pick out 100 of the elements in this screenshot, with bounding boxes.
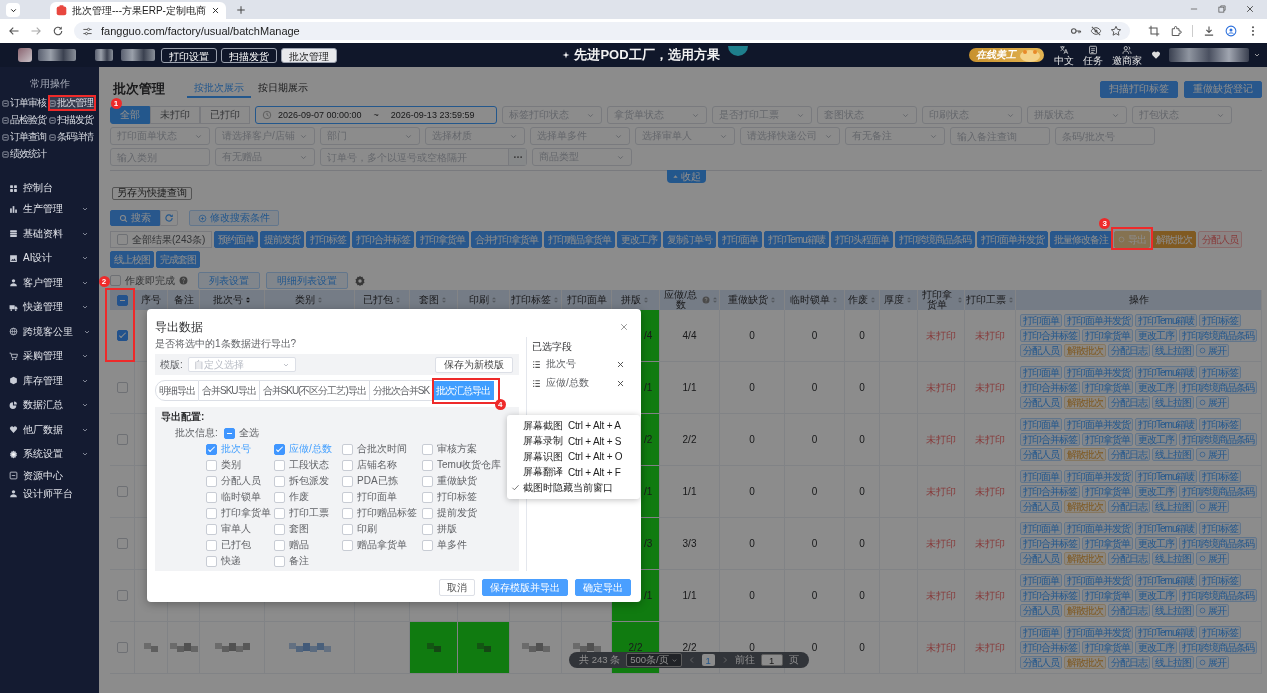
checkbox-option[interactable]: 分配人员 bbox=[206, 473, 261, 489]
action-button[interactable]: 打印面单 bbox=[718, 231, 763, 248]
column-header[interactable]: 应做/总数 bbox=[660, 290, 720, 310]
row-action-button[interactable]: 打印面单并发货 bbox=[1064, 366, 1133, 379]
row-action-button[interactable]: 打印拿货单 bbox=[1082, 641, 1133, 654]
quick-link[interactable]: 批次管理 bbox=[49, 97, 94, 109]
menu-item[interactable]: 设计师平台 bbox=[0, 484, 99, 503]
checkbox[interactable] bbox=[206, 443, 217, 455]
checkbox-option[interactable]: 店铺名称 bbox=[342, 457, 397, 473]
row-action-button[interactable]: 分配人员 bbox=[1020, 448, 1062, 461]
checkbox-option[interactable]: 合批次时间 bbox=[342, 441, 407, 457]
menu-item[interactable]: 系统设置 bbox=[0, 442, 99, 467]
menu-item[interactable]: 控制台 bbox=[0, 179, 99, 197]
row-action-button[interactable]: 解散批次 bbox=[1064, 500, 1106, 513]
reload-icon[interactable] bbox=[52, 25, 64, 37]
extensions-icon[interactable] bbox=[1170, 25, 1182, 37]
checkbox[interactable] bbox=[116, 642, 128, 653]
row-action-button[interactable]: 打印Temu箱唛 bbox=[1135, 470, 1198, 483]
row-action-button[interactable]: 打印标签 bbox=[1199, 366, 1242, 379]
crop-icon[interactable] bbox=[1148, 25, 1160, 37]
row-action-button[interactable]: 解散批次 bbox=[1064, 552, 1106, 565]
action-button[interactable]: 预约面单 bbox=[214, 231, 259, 248]
checkbox[interactable] bbox=[274, 555, 285, 567]
row-action-button[interactable]: 打印标签 bbox=[1199, 314, 1242, 327]
action-button[interactable]: 打印拿货单 bbox=[416, 231, 470, 248]
checkbox-option[interactable]: 作废即完成 bbox=[110, 273, 188, 288]
row-action-button[interactable]: 打印面单 bbox=[1020, 626, 1062, 639]
segment-button[interactable]: 未打印 bbox=[150, 106, 200, 124]
menu-item[interactable]: 快递管理 bbox=[0, 295, 99, 320]
row-action-button[interactable]: 打印合并标签 bbox=[1020, 537, 1080, 550]
row-action-button[interactable]: 展开 bbox=[1196, 656, 1229, 669]
row-action-button[interactable]: 解散批次 bbox=[1064, 396, 1106, 409]
column-header[interactable]: 厚度 bbox=[880, 290, 918, 310]
row-action-button[interactable]: 线上拉图 bbox=[1152, 604, 1194, 617]
checkbox[interactable] bbox=[110, 275, 121, 286]
row-action-button[interactable]: 线上拉图 bbox=[1152, 344, 1194, 357]
row-action-button[interactable]: 打印面单并发货 bbox=[1064, 418, 1133, 431]
row-action-button[interactable]: 打印拿货单 bbox=[1082, 537, 1133, 550]
row-action-button[interactable]: 打印跨境商品条码 bbox=[1179, 485, 1257, 498]
checkbox-option[interactable]: PDA已拣 bbox=[342, 473, 398, 489]
browser-tab[interactable]: 批次管理---方果ERP-定制电商 bbox=[50, 2, 226, 19]
help-icon[interactable] bbox=[179, 276, 188, 285]
checkbox-option[interactable]: 全选 bbox=[223, 425, 259, 441]
key-icon[interactable] bbox=[1070, 25, 1082, 37]
checkbox-option[interactable]: 提前发货 bbox=[422, 505, 477, 521]
row-action-button[interactable]: 打印合并标签 bbox=[1020, 641, 1080, 654]
nav-tab[interactable]: 批次管理 bbox=[281, 47, 337, 63]
heart-icon[interactable] bbox=[1151, 50, 1161, 60]
checkbox[interactable] bbox=[116, 538, 128, 549]
people-icon[interactable] bbox=[1122, 44, 1132, 55]
row-action-button[interactable]: 展开 bbox=[1196, 344, 1229, 357]
checkbox-option[interactable]: 应做/总数 bbox=[274, 441, 332, 457]
template-select[interactable]: 自定义选择 bbox=[187, 357, 296, 372]
row-action-button[interactable]: 分配日志 bbox=[1108, 552, 1150, 565]
tab-list-button[interactable] bbox=[6, 3, 20, 17]
row-action-button[interactable]: 打印Temu箱唛 bbox=[1135, 574, 1198, 587]
row-action-button[interactable]: 线上拉图 bbox=[1152, 552, 1194, 565]
tab[interactable]: 按日期展示 bbox=[251, 80, 315, 98]
row-action-button[interactable]: 打印合并标签 bbox=[1020, 381, 1080, 394]
checkbox-option[interactable]: 审核方案 bbox=[422, 441, 477, 457]
row-action-button[interactable]: 分配人员 bbox=[1020, 500, 1062, 513]
page-input[interactable]: 1 bbox=[760, 654, 783, 666]
checkbox-option[interactable]: 批次号 bbox=[206, 441, 251, 457]
checkbox[interactable] bbox=[274, 507, 285, 519]
menu-item[interactable]: 客户管理 bbox=[0, 270, 99, 295]
row-action-button[interactable]: 线上拉图 bbox=[1152, 500, 1194, 513]
row-action-button[interactable]: 打印合并标签 bbox=[1020, 329, 1080, 342]
row-action-button[interactable]: 更改工序 bbox=[1135, 433, 1177, 446]
checkbox[interactable] bbox=[274, 443, 285, 455]
settings-icon[interactable] bbox=[354, 274, 366, 287]
promo-badge[interactable]: 在线美工 bbox=[969, 48, 1044, 62]
row-action-button[interactable]: 打印跨境商品条码 bbox=[1179, 589, 1257, 602]
chevron-left-icon[interactable] bbox=[687, 656, 696, 664]
quick-link[interactable]: 绩效统计 bbox=[2, 148, 47, 160]
checkbox[interactable] bbox=[206, 523, 217, 535]
settings-button[interactable]: 明细列表设置 bbox=[266, 272, 348, 289]
checkbox-option[interactable]: 备注 bbox=[274, 553, 309, 569]
row-action-button[interactable]: 打印面单并发货 bbox=[1064, 522, 1133, 535]
row-action-button[interactable]: 线上拉图 bbox=[1152, 656, 1194, 669]
action-button[interactable]: 线上校图 bbox=[110, 251, 154, 268]
quick-link[interactable]: 订单审核 bbox=[2, 97, 47, 109]
close-icon[interactable] bbox=[210, 6, 220, 15]
checkbox[interactable] bbox=[422, 539, 433, 551]
tab[interactable]: 明细导出 bbox=[155, 380, 199, 401]
checkbox[interactable] bbox=[206, 459, 217, 471]
checkbox-option[interactable]: 工段状态 bbox=[274, 457, 329, 473]
menu-item[interactable]: 跨境客公里 bbox=[0, 319, 99, 344]
tab[interactable]: 合并SKU(不区分工艺)导出 bbox=[259, 380, 370, 401]
row-action-button[interactable]: 打印拿货单 bbox=[1082, 433, 1133, 446]
row-action-button[interactable]: 更改工序 bbox=[1135, 485, 1177, 498]
row-action-button[interactable]: 打印面单 bbox=[1020, 366, 1062, 379]
checkbox-option[interactable]: 拆包派发 bbox=[274, 473, 329, 489]
refresh-button[interactable] bbox=[160, 210, 178, 226]
row-action-button[interactable]: 线上拉图 bbox=[1152, 448, 1194, 461]
download-icon[interactable] bbox=[1203, 25, 1215, 37]
checkbox-option[interactable]: 临时锁单 bbox=[206, 489, 261, 505]
action-button[interactable]: 打印Temu箱唛 bbox=[764, 231, 829, 248]
row-action-button[interactable]: 分配日志 bbox=[1108, 344, 1150, 357]
checkbox-option[interactable]: 类别 bbox=[206, 457, 241, 473]
action-button[interactable]: 打印赠品拿货单 bbox=[544, 231, 616, 248]
